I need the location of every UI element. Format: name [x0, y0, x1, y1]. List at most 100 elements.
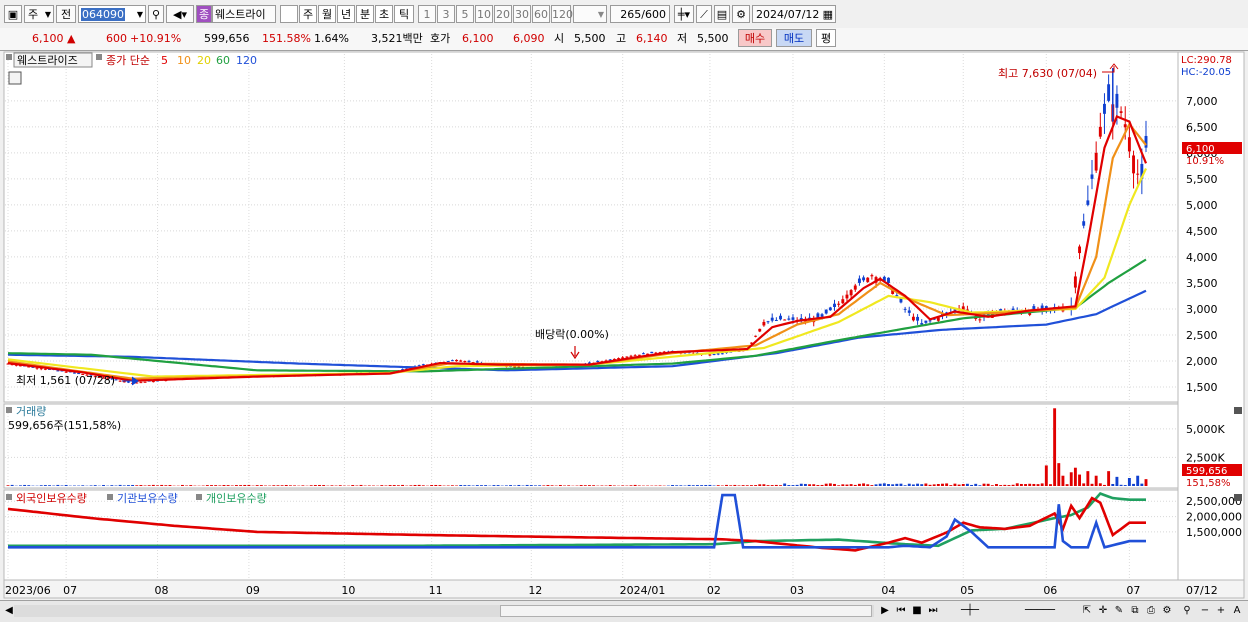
- volume-bar: [272, 485, 275, 486]
- volume-bar: [56, 485, 59, 486]
- holdings-menu-icon[interactable]: [6, 494, 12, 500]
- volume-bar: [210, 485, 213, 486]
- volume-bar: [235, 485, 238, 486]
- buy-button[interactable]: 매수: [738, 29, 772, 47]
- individual-menu-icon[interactable]: [196, 494, 202, 500]
- volume-bar: [821, 485, 824, 486]
- institution-menu-icon[interactable]: [107, 494, 113, 500]
- prev-button[interactable]: 전: [56, 5, 76, 23]
- volume-ratio: 151.58%: [262, 31, 311, 47]
- market-type-label: 주: [28, 8, 38, 21]
- volume-bar: [779, 485, 782, 486]
- interval-30[interactable]: 30: [513, 5, 531, 23]
- period-week[interactable]: 주: [299, 5, 317, 23]
- volume-bar: [422, 485, 425, 486]
- candle-type-icon[interactable]: ╪▾: [674, 5, 694, 23]
- speed-slider[interactable]: ─┼─: [950, 604, 990, 618]
- sell-button[interactable]: 매도: [776, 29, 812, 47]
- stop-icon[interactable]: ■: [910, 604, 924, 618]
- volume-bar: [796, 485, 799, 486]
- search-icon[interactable]: ⚲: [1180, 604, 1194, 618]
- volume-bar: [322, 485, 325, 486]
- x-tick-label: 04: [881, 584, 895, 597]
- candle-body: [634, 355, 637, 356]
- stock-code-value: 064090: [81, 8, 125, 21]
- search-icon[interactable]: ⚲: [148, 5, 164, 23]
- price-y-tick: 2,000: [1186, 355, 1218, 368]
- volume-bar: [1099, 483, 1102, 486]
- candle-body: [451, 360, 454, 361]
- volume-bar: [1032, 484, 1035, 486]
- volume-bar: [393, 485, 396, 486]
- interval-3[interactable]: 3: [437, 5, 455, 23]
- volume-bar: [729, 485, 732, 486]
- calculator-icon[interactable]: [9, 72, 21, 84]
- volume-bar: [110, 485, 113, 486]
- crosshair-icon[interactable]: ✛: [1096, 604, 1110, 618]
- rewind-icon[interactable]: ⏮: [894, 604, 908, 618]
- up-arrow-icon: ▲: [67, 32, 75, 45]
- interval-10[interactable]: 10: [475, 5, 493, 23]
- period-year[interactable]: 년: [337, 5, 355, 23]
- price-y-tick: 7,000: [1186, 95, 1218, 108]
- ma-legend-10: 10: [177, 54, 191, 67]
- settings-icon[interactable]: ⚙: [1160, 604, 1174, 618]
- date-field[interactable]: 2024/07/12▦: [752, 5, 836, 23]
- price-y-tick: 5,000: [1186, 199, 1218, 212]
- zoom-in-icon[interactable]: +: [1214, 604, 1228, 618]
- stock-code-input[interactable]: 064090▼: [78, 5, 146, 23]
- period-month[interactable]: 월: [318, 5, 336, 23]
- market-type-select[interactable]: 주▼: [24, 5, 54, 23]
- period-tick[interactable]: 틱: [394, 5, 414, 23]
- copy-icon[interactable]: ⧉: [1128, 604, 1142, 618]
- volume-bar: [239, 485, 242, 486]
- volume-bar: [991, 485, 994, 486]
- panel-menu-icon[interactable]: [6, 54, 12, 60]
- candle-body: [721, 353, 724, 354]
- period-second[interactable]: 초: [375, 5, 393, 23]
- fast-forward-icon[interactable]: ⏭: [926, 604, 940, 618]
- legend-menu-icon[interactable]: [96, 54, 102, 60]
- layout-icon[interactable]: ▣: [4, 5, 22, 23]
- scroll-thumb[interactable]: [500, 605, 872, 617]
- interval-60[interactable]: 60: [532, 5, 550, 23]
- candle-body: [754, 336, 757, 337]
- text-size-icon[interactable]: A: [1230, 604, 1244, 618]
- period-day[interactable]: 일: [280, 5, 298, 23]
- interval-custom-select[interactable]: ▼: [573, 5, 607, 23]
- volume-bar: [459, 485, 462, 486]
- candle-body: [119, 381, 122, 382]
- count-field[interactable]: 265/600: [610, 5, 670, 23]
- volume-bar: [920, 484, 923, 486]
- volume-bar: [916, 484, 919, 486]
- candle-body: [887, 278, 890, 283]
- interval-1[interactable]: 1: [418, 5, 436, 23]
- interval-20[interactable]: 20: [494, 5, 512, 23]
- interval-5[interactable]: 5: [456, 5, 474, 23]
- stock-name-field[interactable]: 웨스트라이: [212, 5, 276, 23]
- low-annotation: 최저 1,561 (07/28): [16, 374, 115, 387]
- volume-close-icon[interactable]: [1234, 407, 1242, 414]
- x-tick-label: 08: [155, 584, 169, 597]
- volume-bar: [44, 485, 47, 486]
- holdings-close-icon[interactable]: [1234, 494, 1242, 501]
- period-minute[interactable]: 분: [356, 5, 374, 23]
- volume-bar: [1132, 484, 1135, 486]
- zoom-slider[interactable]: ─────: [1000, 604, 1080, 618]
- draw-tool-icon[interactable]: ✎: [1112, 604, 1126, 618]
- zoom-out-icon[interactable]: −: [1198, 604, 1212, 618]
- cursor-tool-icon[interactable]: ⇱: [1080, 604, 1094, 618]
- volume-bar: [783, 484, 786, 486]
- print-icon[interactable]: ⎙: [1144, 604, 1158, 618]
- scroll-right-icon[interactable]: ▶: [878, 604, 892, 618]
- save-icon[interactable]: ▤: [714, 5, 730, 23]
- avg-button[interactable]: 평: [816, 29, 836, 47]
- line-tool-icon[interactable]: ⟋: [696, 5, 712, 23]
- gear-icon[interactable]: ⚙: [732, 5, 750, 23]
- candle-body: [829, 307, 832, 310]
- speaker-icon[interactable]: ◀▾: [166, 5, 194, 23]
- interval-120[interactable]: 120: [551, 5, 571, 23]
- price-y-tick: 1,500: [1186, 381, 1218, 394]
- volume-menu-icon[interactable]: [6, 407, 12, 413]
- volume-bar: [414, 485, 417, 486]
